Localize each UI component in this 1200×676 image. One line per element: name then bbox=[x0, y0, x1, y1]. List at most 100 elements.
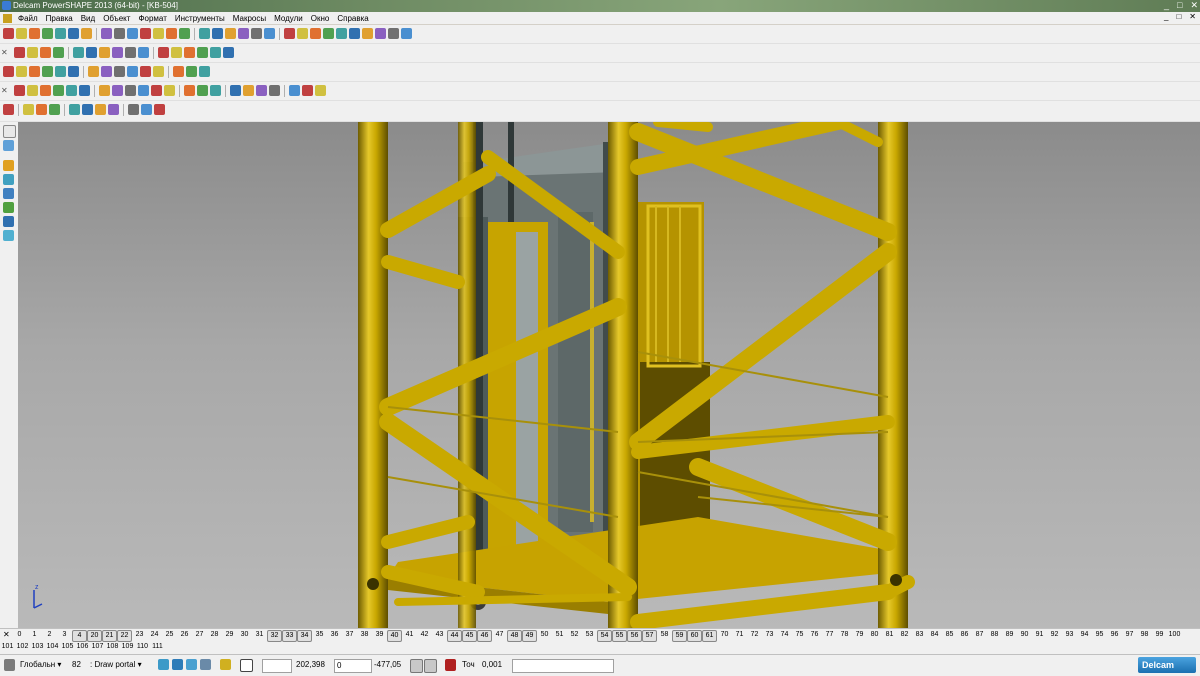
level-button[interactable]: 59 bbox=[672, 630, 687, 642]
level-button[interactable]: 84 bbox=[927, 630, 942, 642]
gear-icon[interactable] bbox=[220, 659, 231, 670]
mesh-icon[interactable] bbox=[108, 104, 119, 115]
arc-icon[interactable] bbox=[3, 174, 14, 185]
level-button[interactable]: 79 bbox=[852, 630, 867, 642]
command-input[interactable] bbox=[512, 659, 614, 673]
grid-icon[interactable] bbox=[240, 659, 253, 672]
level-button[interactable]: 33 bbox=[282, 630, 297, 642]
line-icon[interactable] bbox=[388, 28, 399, 39]
filter-icon[interactable] bbox=[88, 66, 99, 77]
view-front-icon[interactable] bbox=[138, 47, 149, 58]
minimize-button[interactable]: _ bbox=[1164, 0, 1169, 11]
info-icon[interactable] bbox=[114, 66, 125, 77]
level-button[interactable]: 86 bbox=[957, 630, 972, 642]
level-button[interactable]: 91 bbox=[1032, 630, 1047, 642]
graphics-viewport[interactable]: z bbox=[18, 122, 1200, 628]
shade-flat-icon[interactable] bbox=[269, 85, 280, 96]
menu-macros[interactable]: Макросы bbox=[229, 14, 270, 23]
mdi-restore-button[interactable]: □ bbox=[1176, 12, 1181, 21]
menu-help[interactable]: Справка bbox=[333, 14, 372, 23]
wire-icon[interactable] bbox=[40, 85, 51, 96]
level-button[interactable]: 37 bbox=[342, 630, 357, 642]
level-button[interactable]: 43 bbox=[432, 630, 447, 642]
lock-workplane-icon[interactable] bbox=[172, 659, 183, 670]
level-button[interactable]: 110 bbox=[135, 642, 150, 652]
render-icon[interactable] bbox=[153, 66, 164, 77]
level-button[interactable]: 21 bbox=[102, 630, 117, 642]
level-button[interactable]: 72 bbox=[747, 630, 762, 642]
level-button[interactable]: 56 bbox=[627, 630, 642, 642]
view-top-icon[interactable] bbox=[125, 47, 136, 58]
light-icon[interactable] bbox=[79, 85, 90, 96]
view-iso-icon[interactable] bbox=[171, 47, 182, 58]
select-icon[interactable] bbox=[3, 125, 16, 138]
level-button[interactable]: 111 bbox=[150, 642, 165, 652]
mdi-close-button[interactable]: ✕ bbox=[1189, 12, 1196, 21]
wireframe-icon[interactable] bbox=[3, 140, 14, 151]
level-button[interactable]: 50 bbox=[537, 630, 552, 642]
fit-icon[interactable] bbox=[210, 47, 221, 58]
document-icon[interactable] bbox=[3, 13, 12, 23]
view-front-icon[interactable] bbox=[27, 47, 38, 58]
material-icon[interactable] bbox=[140, 66, 151, 77]
toolbar-close-icon[interactable]: ✕ bbox=[1, 86, 8, 95]
mdi-minimize-button[interactable]: _ bbox=[1164, 12, 1168, 21]
level-button[interactable]: 52 bbox=[567, 630, 582, 642]
surface-icon[interactable] bbox=[154, 104, 165, 115]
level-button[interactable]: 106 bbox=[75, 642, 90, 652]
cursor-icon[interactable] bbox=[200, 659, 211, 670]
print-icon[interactable] bbox=[297, 28, 308, 39]
level-button[interactable]: 47 bbox=[492, 630, 507, 642]
shade-icon[interactable] bbox=[238, 28, 249, 39]
calculator-icon[interactable] bbox=[410, 659, 423, 673]
hidden-icon[interactable] bbox=[230, 85, 241, 96]
zoom-out-icon[interactable] bbox=[197, 47, 208, 58]
select-icon[interactable] bbox=[179, 28, 190, 39]
level-button[interactable]: 97 bbox=[1122, 630, 1137, 642]
level-button[interactable]: 85 bbox=[942, 630, 957, 642]
level-button[interactable]: 54 bbox=[597, 630, 612, 642]
level-button[interactable]: 4 bbox=[72, 630, 87, 642]
measure-icon[interactable] bbox=[3, 66, 14, 77]
level-button[interactable]: 45 bbox=[462, 630, 477, 642]
level-button[interactable]: 22 bbox=[117, 630, 132, 642]
mesh-icon[interactable] bbox=[3, 230, 14, 241]
level-button[interactable]: 108 bbox=[105, 642, 120, 652]
light-icon[interactable] bbox=[164, 85, 175, 96]
level-number[interactable]: 82 bbox=[72, 659, 81, 671]
level-button[interactable]: 41 bbox=[402, 630, 417, 642]
shade-smooth-icon[interactable] bbox=[289, 85, 300, 96]
level-button[interactable]: 58 bbox=[657, 630, 672, 642]
zoom-out-icon[interactable] bbox=[86, 47, 97, 58]
assembly-icon[interactable] bbox=[141, 104, 152, 115]
measure-icon[interactable] bbox=[101, 66, 112, 77]
level-button[interactable]: 109 bbox=[120, 642, 135, 652]
level-button[interactable]: 80 bbox=[867, 630, 882, 642]
surface-icon[interactable] bbox=[3, 104, 14, 115]
undo-icon[interactable] bbox=[114, 28, 125, 39]
level-button[interactable]: 74 bbox=[777, 630, 792, 642]
level-button[interactable]: 61 bbox=[702, 630, 717, 642]
open-icon[interactable] bbox=[264, 28, 275, 39]
menu-view[interactable]: Вид bbox=[77, 14, 99, 23]
level-button[interactable]: 100 bbox=[1167, 630, 1182, 642]
line-icon[interactable] bbox=[140, 28, 151, 39]
level-button[interactable]: 55 bbox=[612, 630, 627, 642]
level-button[interactable]: 90 bbox=[1017, 630, 1032, 642]
paste-icon[interactable] bbox=[336, 28, 347, 39]
level-button[interactable]: 88 bbox=[987, 630, 1002, 642]
surface-icon[interactable] bbox=[3, 202, 14, 213]
curve-icon[interactable] bbox=[3, 188, 14, 199]
hidden-icon[interactable] bbox=[138, 85, 149, 96]
filter-icon[interactable] bbox=[186, 66, 197, 77]
level-button[interactable]: 103 bbox=[30, 642, 45, 652]
level-button[interactable]: 36 bbox=[327, 630, 342, 642]
level-button[interactable]: 83 bbox=[912, 630, 927, 642]
solid-icon[interactable] bbox=[95, 104, 106, 115]
level-button[interactable]: 32 bbox=[267, 630, 282, 642]
pan-icon[interactable] bbox=[199, 28, 210, 39]
level-button[interactable]: 75 bbox=[792, 630, 807, 642]
new-icon[interactable] bbox=[3, 28, 14, 39]
levels-close-icon[interactable]: ✕ bbox=[3, 630, 10, 639]
menu-object[interactable]: Объект bbox=[99, 14, 134, 23]
